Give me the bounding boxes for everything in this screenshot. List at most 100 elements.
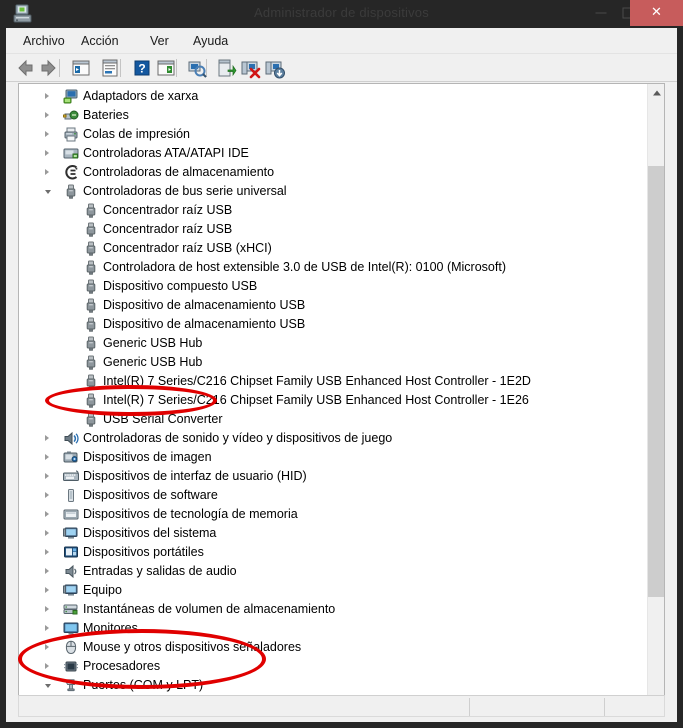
scan-hardware-button[interactable] <box>186 57 208 79</box>
title-bar[interactable]: Administrador de dispositivos ✕ <box>0 0 683 28</box>
imaging-device-icon <box>63 450 79 465</box>
menu-bar: Archivo Acción Ver Ayuda <box>6 28 677 54</box>
expand-arrow-expanded-icon[interactable] <box>45 684 51 688</box>
menu-accion[interactable]: Acción <box>74 32 126 50</box>
ide-controller-icon <box>63 146 79 161</box>
tree-item[interactable]: Controladoras ATA/ATAPI IDE <box>19 144 647 163</box>
status-bar <box>18 695 665 717</box>
tree-item[interactable]: Dispositivos del sistema <box>19 524 647 543</box>
menu-ayuda[interactable]: Ayuda <box>186 32 235 50</box>
enable-device-button[interactable] <box>264 57 286 79</box>
expand-arrow-collapsed-icon[interactable] <box>45 492 49 498</box>
tree-item-label: Generic USB Hub <box>103 336 203 350</box>
expand-arrow-collapsed-icon[interactable] <box>45 150 49 156</box>
system-device-icon <box>63 526 79 541</box>
tree-item[interactable]: Generic USB Hub <box>19 334 647 353</box>
tree-item[interactable]: Concentrador raíz USB <box>19 220 647 239</box>
expand-arrow-collapsed-icon[interactable] <box>45 112 49 118</box>
window-title: Administrador de dispositivos <box>254 5 429 20</box>
volume-snapshot-icon <box>63 602 79 617</box>
menu-archivo[interactable]: Archivo <box>16 32 72 50</box>
tree-item[interactable]: Concentrador raíz USB (xHCI) <box>19 239 647 258</box>
tree-item[interactable]: Concentrador raíz USB <box>19 201 647 220</box>
tree-item[interactable]: Dispositivo compuesto USB <box>19 277 647 296</box>
tree-item-label: Controladora de host extensible 3.0 de U… <box>103 260 506 274</box>
usb-icon <box>83 260 99 275</box>
tree-item[interactable]: Dispositivos portátiles <box>19 543 647 562</box>
usb-icon <box>83 222 99 237</box>
expand-arrow-expanded-icon[interactable] <box>45 190 51 194</box>
tree-item-label: Dispositivos de imagen <box>83 450 212 464</box>
tree-item-label: Dispositivos de tecnología de memoria <box>83 507 298 521</box>
expand-arrow-collapsed-icon[interactable] <box>45 473 49 479</box>
expand-arrow-collapsed-icon[interactable] <box>45 169 49 175</box>
usb-icon <box>83 336 99 351</box>
tree-item[interactable]: Dispositivos de tecnología de memoria <box>19 505 647 524</box>
tree-item-label: Concentrador raíz USB (xHCI) <box>103 241 272 255</box>
tree-item[interactable]: Generic USB Hub <box>19 353 647 372</box>
scroll-up-button[interactable] <box>648 84 664 101</box>
tree-item-label: Equipo <box>83 583 122 597</box>
expand-arrow-collapsed-icon[interactable] <box>45 511 49 517</box>
usb-icon <box>83 241 99 256</box>
vertical-scrollbar[interactable] <box>647 84 664 709</box>
disable-device-button[interactable] <box>240 57 262 79</box>
sound-controller-icon <box>63 431 79 446</box>
properties-button[interactable] <box>99 57 121 79</box>
expand-arrow-collapsed-icon[interactable] <box>45 549 49 555</box>
expand-arrow-collapsed-icon[interactable] <box>45 131 49 137</box>
expand-arrow-collapsed-icon[interactable] <box>45 625 49 631</box>
tree-item[interactable]: Dispositivo de almacenamiento USB <box>19 315 647 334</box>
tree-item-label: Dispositivos de interfaz de usuario (HID… <box>83 469 307 483</box>
tree-item[interactable]: Colas de impresión <box>19 125 647 144</box>
usb-icon <box>63 184 79 199</box>
network-adapter-icon <box>63 89 79 104</box>
show-hide-tree-button[interactable] <box>70 57 92 79</box>
tree-item[interactable]: Adaptadors de xarxa <box>19 87 647 106</box>
tree-item-label: Adaptadors de xarxa <box>83 89 199 103</box>
show-console-button[interactable] <box>155 57 177 79</box>
tree-item-label: Dispositivo de almacenamiento USB <box>103 298 306 312</box>
memory-device-icon <box>63 507 79 522</box>
tree-item[interactable]: Instantáneas de volumen de almacenamient… <box>19 600 647 619</box>
scrollbar-track[interactable] <box>648 101 664 692</box>
tree-item[interactable]: Controladoras de bus serie universal <box>19 182 647 201</box>
tree-item[interactable]: Controladoras de almacenamiento <box>19 163 647 182</box>
minimize-button[interactable] <box>587 0 614 26</box>
scrollbar-thumb[interactable] <box>648 166 664 598</box>
expand-arrow-collapsed-icon[interactable] <box>45 454 49 460</box>
tree-item[interactable]: Dispositivo de almacenamiento USB <box>19 296 647 315</box>
tree-item[interactable]: Equipo <box>19 581 647 600</box>
tree-item-label: Dispositivo de almacenamiento USB <box>103 317 306 331</box>
tree-item[interactable]: Controladora de host extensible 3.0 de U… <box>19 258 647 277</box>
statusbar-separator <box>469 698 470 716</box>
tree-item-label: Dispositivo compuesto USB <box>103 279 258 293</box>
expand-arrow-collapsed-icon[interactable] <box>45 587 49 593</box>
update-driver-button[interactable] <box>216 57 238 79</box>
forward-button[interactable] <box>38 57 60 79</box>
tree-item[interactable]: Controladoras de sonido y vídeo y dispos… <box>19 429 647 448</box>
tree-item[interactable]: Bateries <box>19 106 647 125</box>
minimize-icon <box>595 12 606 14</box>
device-manager-window: Administrador de dispositivos ✕ Archivo … <box>0 0 683 728</box>
usb-icon <box>83 298 99 313</box>
expand-arrow-collapsed-icon[interactable] <box>45 530 49 536</box>
back-button[interactable] <box>14 57 36 79</box>
tree-item[interactable]: Dispositivos de software <box>19 486 647 505</box>
expand-arrow-collapsed-icon[interactable] <box>45 93 49 99</box>
expand-arrow-collapsed-icon[interactable] <box>45 606 49 612</box>
tree-item[interactable]: Dispositivos de interfaz de usuario (HID… <box>19 467 647 486</box>
close-icon: ✕ <box>651 4 662 20</box>
tree-item[interactable]: Entradas y salidas de audio <box>19 562 647 581</box>
expand-arrow-collapsed-icon[interactable] <box>45 435 49 441</box>
menu-ver[interactable]: Ver <box>143 32 176 50</box>
statusbar-separator <box>604 698 605 716</box>
expand-arrow-collapsed-icon[interactable] <box>45 568 49 574</box>
tree-item-label: Dispositivos de software <box>83 488 218 502</box>
tree-item-label: Controladoras de almacenamiento <box>83 165 275 179</box>
tree-item[interactable]: Dispositivos de imagen <box>19 448 647 467</box>
close-button[interactable]: ✕ <box>630 0 683 26</box>
toolbar: ? <box>6 54 677 82</box>
usb-icon <box>83 317 99 332</box>
help-button[interactable]: ? <box>131 57 153 79</box>
